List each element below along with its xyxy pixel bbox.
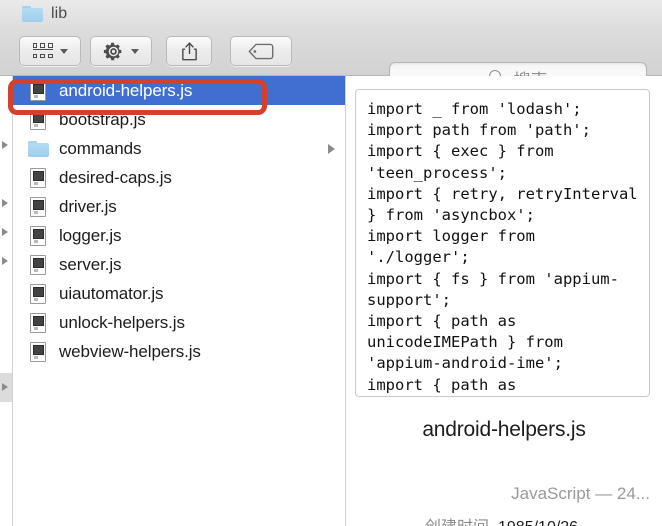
code-preview-text: import _ from 'lodash'; import path from… bbox=[367, 100, 638, 394]
list-item-label: android-helpers.js bbox=[59, 80, 193, 100]
list-item[interactable]: commands bbox=[13, 134, 345, 163]
tag-button[interactable] bbox=[230, 36, 292, 66]
parent-column-strip[interactable] bbox=[0, 76, 13, 526]
folder-icon bbox=[22, 5, 43, 22]
list-item-label: driver.js bbox=[59, 196, 117, 216]
finder-window: lib android-helpers.js bootstrap.js comm… bbox=[0, 0, 662, 526]
list-item-label: unlock-helpers.js bbox=[59, 312, 185, 332]
disclosure-arrow-icon bbox=[2, 257, 8, 265]
preview-kind-size: JavaScript — 24... bbox=[511, 484, 650, 503]
js-document-icon bbox=[27, 254, 49, 276]
disclosure-arrow-icon bbox=[2, 383, 8, 391]
preview-created-row: 创建时间 1985/10/26 bbox=[346, 513, 662, 526]
js-document-icon bbox=[27, 341, 49, 363]
page-title: lib bbox=[51, 4, 68, 22]
js-document-icon bbox=[27, 109, 49, 131]
share-button[interactable] bbox=[166, 36, 212, 66]
code-preview-box: import _ from 'lodash'; import path from… bbox=[355, 89, 650, 397]
created-label: 创建时间 bbox=[346, 513, 498, 526]
list-item[interactable]: server.js bbox=[13, 250, 345, 279]
preview-pane: import _ from 'lodash'; import path from… bbox=[346, 76, 662, 526]
list-item-label: server.js bbox=[59, 254, 122, 274]
tag-icon bbox=[248, 43, 274, 59]
list-item[interactable]: webview-helpers.js bbox=[13, 337, 345, 366]
list-item-label: bootstrap.js bbox=[59, 109, 146, 129]
js-document-icon bbox=[27, 283, 49, 305]
js-document-icon bbox=[27, 225, 49, 247]
js-document-icon bbox=[27, 80, 49, 102]
list-item[interactable]: uiautomator.js bbox=[13, 279, 345, 308]
list-item[interactable]: desired-caps.js bbox=[13, 163, 345, 192]
disclosure-arrow-icon bbox=[2, 141, 8, 149]
list-item-label: uiautomator.js bbox=[59, 283, 164, 303]
list-item[interactable]: bootstrap.js bbox=[13, 105, 345, 134]
toolbar: 搜索 bbox=[0, 27, 662, 95]
disclosure-arrow-icon bbox=[2, 199, 8, 207]
list-item[interactable]: android-helpers.js bbox=[13, 76, 345, 105]
list-item[interactable]: driver.js bbox=[13, 192, 345, 221]
action-menu-button[interactable] bbox=[90, 36, 152, 66]
created-value: 1985/10/26 bbox=[498, 519, 578, 526]
preview-file-name: android-helpers.js bbox=[422, 418, 586, 441]
view-options-button[interactable] bbox=[19, 36, 81, 66]
gear-icon bbox=[103, 42, 122, 60]
list-item-label: webview-helpers.js bbox=[59, 341, 201, 361]
list-item[interactable]: logger.js bbox=[13, 221, 345, 250]
chevron-down-icon bbox=[59, 48, 68, 54]
folder-icon bbox=[27, 138, 49, 160]
disclosure-arrow-icon bbox=[328, 143, 335, 154]
column-browser: android-helpers.js bootstrap.js commands de… bbox=[0, 76, 662, 526]
list-item-label: desired-caps.js bbox=[59, 167, 172, 187]
js-document-icon bbox=[27, 196, 49, 218]
list-item[interactable]: unlock-helpers.js bbox=[13, 308, 345, 337]
share-icon bbox=[181, 41, 197, 60]
grid-view-icon bbox=[32, 43, 53, 59]
window-title-bar: lib bbox=[0, 0, 662, 27]
disclosure-arrow-icon bbox=[2, 228, 8, 236]
js-document-icon bbox=[27, 167, 49, 189]
js-document-icon bbox=[27, 312, 49, 334]
list-item-label: commands bbox=[59, 138, 142, 158]
file-list: android-helpers.js bootstrap.js commands de… bbox=[13, 76, 346, 526]
chevron-down-icon bbox=[131, 48, 139, 54]
list-item-label: logger.js bbox=[59, 225, 122, 245]
